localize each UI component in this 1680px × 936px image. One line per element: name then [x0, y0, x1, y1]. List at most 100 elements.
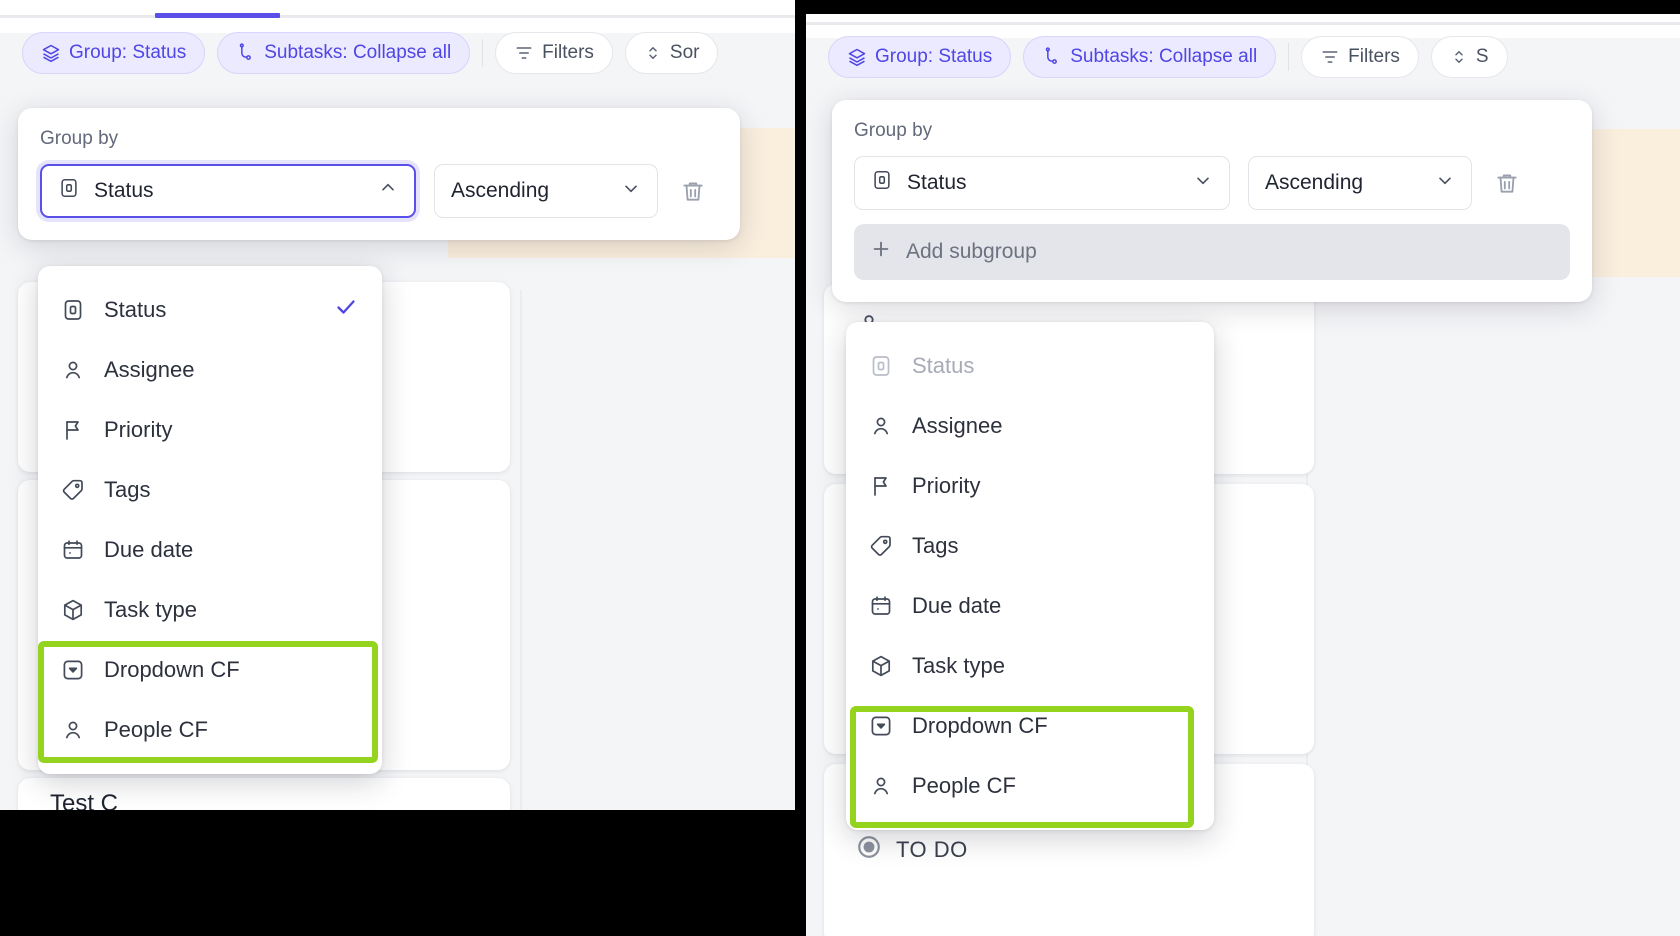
menu-item-priority[interactable]: Priority: [846, 456, 1214, 516]
menu-item-label: Task type: [104, 597, 197, 622]
dropdown-icon: [868, 714, 894, 738]
sort-order-value-right: Ascending: [1265, 171, 1364, 194]
chevron-down-icon: [621, 178, 641, 204]
flag-icon: [868, 474, 894, 498]
person-icon: [868, 774, 894, 798]
tag-icon: [868, 534, 894, 558]
group-field-value-left: Status: [94, 179, 154, 202]
sort-chip-label-right: S: [1475, 46, 1489, 67]
group-by-popover-left: Group by Status Ascending: [18, 108, 740, 240]
trash-icon: [1497, 174, 1517, 193]
subtasks-chip-label-right: Subtasks: Collapse all: [1070, 46, 1258, 67]
task-title-left: Test C: [50, 790, 119, 810]
menu-item-assignee[interactable]: Assignee: [846, 396, 1214, 456]
menu-item-task-type[interactable]: Task type: [38, 580, 382, 640]
subtask-branch-icon: [236, 43, 256, 63]
tab-strip-right: [806, 22, 1680, 25]
delete-group-button-left[interactable]: [676, 178, 710, 204]
sort-updown-icon: [1450, 47, 1468, 67]
toolbar-right: Group: Status Subtasks: Collapse all Fil…: [828, 36, 1508, 78]
status-group-label-right: TO DO: [896, 837, 968, 862]
group-by-field-menu-right[interactable]: Status Assignee Priority Tags Due date Task t…: [846, 322, 1214, 830]
sort-chip-right[interactable]: S: [1430, 36, 1508, 78]
calendar-icon: [60, 538, 86, 562]
menu-item-label: Due date: [912, 593, 1002, 618]
group-by-row-right: Status Ascending: [854, 156, 1570, 210]
subtasks-chip-right[interactable]: Subtasks: Collapse all: [1023, 36, 1277, 78]
delete-group-button-right[interactable]: [1490, 170, 1524, 196]
layers-icon: [41, 43, 61, 63]
menu-item-due-date[interactable]: Due date: [846, 576, 1214, 636]
active-tab-indicator-left: [155, 13, 280, 18]
menu-item-tags[interactable]: Tags: [38, 460, 382, 520]
trash-icon: [683, 182, 703, 201]
group-by-label-right: Group by: [854, 120, 933, 141]
menu-item-label: Tags: [912, 533, 959, 558]
menu-item-label: Priority: [912, 473, 981, 498]
sort-order-select-left[interactable]: Ascending: [434, 164, 658, 218]
menu-item-label: People CF: [104, 717, 208, 742]
sort-order-value-left: Ascending: [451, 179, 550, 202]
add-subgroup-label: Add subgroup: [906, 240, 1037, 263]
sort-order-select-right[interactable]: Ascending: [1248, 156, 1472, 210]
menu-item-priority[interactable]: Priority: [38, 400, 382, 460]
sort-chip-left[interactable]: Sor: [624, 32, 719, 74]
check-icon: [334, 295, 358, 325]
cube-icon: [60, 598, 86, 622]
group-field-select-left[interactable]: Status: [40, 164, 416, 218]
menu-item-label: Status: [104, 297, 167, 322]
menu-item-people-cf[interactable]: People CF: [38, 700, 382, 760]
status-circle-icon: [856, 834, 882, 866]
group-by-row-left: Status Ascending: [40, 164, 718, 218]
group-status-chip-label-right: Group: Status: [875, 46, 993, 67]
menu-item-dropdown-cf[interactable]: Dropdown CF: [38, 640, 382, 700]
subtasks-chip-left[interactable]: Subtasks: Collapse all: [217, 32, 471, 74]
menu-item-label: Assignee: [912, 413, 1003, 438]
menu-item-dropdown-cf[interactable]: Dropdown CF: [846, 696, 1214, 756]
filters-chip-left[interactable]: Filters: [495, 32, 613, 74]
menu-item-assignee[interactable]: Assignee: [38, 340, 382, 400]
dropdown-icon: [60, 658, 86, 682]
flag-icon: [60, 418, 86, 442]
menu-item-label: Dropdown CF: [104, 657, 240, 682]
column-separator-left: [520, 290, 522, 810]
group-status-chip-left[interactable]: Group: Status: [22, 32, 206, 74]
menu-item-label: Tags: [104, 477, 151, 502]
status-group-todo-right[interactable]: TO DO: [856, 834, 968, 866]
left-panel-screenshot: Test C Group: Status Subtasks: Collapse …: [0, 0, 795, 810]
group-by-field-menu-left[interactable]: Status Assignee Priority Tags Due date Task t…: [38, 266, 382, 774]
menu-item-people-cf[interactable]: People CF: [846, 756, 1214, 816]
status-icon: [871, 169, 893, 197]
menu-item-label: Due date: [104, 537, 194, 562]
group-field-value-right: Status: [907, 171, 967, 194]
chevron-up-icon: [378, 178, 398, 204]
menu-item-label: Priority: [104, 417, 173, 442]
status-icon: [868, 354, 894, 378]
menu-item-tags[interactable]: Tags: [846, 516, 1214, 576]
menu-item-status[interactable]: Status: [38, 280, 382, 340]
subtask-branch-icon: [1042, 47, 1062, 67]
toolbar-left: Group: Status Subtasks: Collapse all Fil…: [22, 32, 719, 74]
cube-icon: [868, 654, 894, 678]
add-subgroup-button[interactable]: Add subgroup: [854, 224, 1570, 280]
subtasks-chip-label-left: Subtasks: Collapse all: [264, 42, 452, 63]
group-field-select-right[interactable]: Status: [854, 156, 1230, 210]
toolbar-divider-left: [482, 39, 484, 67]
tag-icon: [60, 478, 86, 502]
status-icon: [60, 298, 86, 322]
menu-item-label: Assignee: [104, 357, 195, 382]
filter-icon: [514, 43, 534, 63]
menu-item-task-type[interactable]: Task type: [846, 636, 1214, 696]
filters-chip-right[interactable]: Filters: [1301, 36, 1419, 78]
plus-icon: [870, 238, 892, 266]
chevron-down-icon: [1193, 170, 1213, 196]
menu-item-due-date[interactable]: Due date: [38, 520, 382, 580]
person-icon: [60, 358, 86, 382]
filters-chip-label-right: Filters: [1348, 46, 1400, 67]
menu-item-label: People CF: [912, 773, 1016, 798]
toolbar-divider-right: [1288, 43, 1290, 71]
group-status-chip-right[interactable]: Group: Status: [828, 36, 1012, 78]
screenshot-stage: Test C Group: Status Subtasks: Collapse …: [0, 0, 1680, 936]
person-icon: [60, 718, 86, 742]
menu-item-label: Dropdown CF: [912, 713, 1048, 738]
